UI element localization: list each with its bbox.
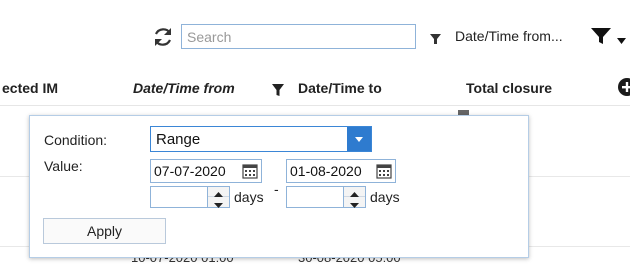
apply-button[interactable]: Apply bbox=[43, 218, 166, 244]
dropdown-button[interactable] bbox=[347, 127, 371, 151]
refresh-icon[interactable] bbox=[151, 25, 175, 49]
calendar-icon[interactable] bbox=[376, 163, 392, 179]
date-to-text: 01-08-2020 bbox=[290, 163, 362, 179]
chevron-down-icon bbox=[355, 137, 363, 142]
stepper-down-button[interactable] bbox=[208, 197, 229, 208]
days-to-stepper[interactable] bbox=[286, 186, 366, 208]
condition-label: Condition: bbox=[44, 132, 108, 148]
toolbar: Date/Time from... bbox=[0, 0, 630, 72]
column-header-total-closure[interactable]: Total closure bbox=[466, 80, 552, 96]
date-from-input[interactable]: 07-07-2020 bbox=[150, 159, 262, 183]
range-separator: - bbox=[274, 181, 279, 197]
chevron-down-icon[interactable] bbox=[617, 38, 626, 44]
date-from-text: 07-07-2020 bbox=[154, 163, 226, 179]
calendar-icon[interactable] bbox=[242, 163, 258, 179]
days-from-label: days bbox=[234, 189, 264, 205]
stepper-buttons bbox=[343, 187, 365, 208]
column-header-selected-im[interactable]: ected IM bbox=[2, 80, 58, 96]
condition-select-value: Range bbox=[156, 131, 201, 148]
column-header-date-time-to[interactable]: Date/Time to bbox=[298, 80, 382, 96]
filter-popup: Condition: Range Value: 07-07-2020 - 01-… bbox=[29, 115, 529, 258]
date-to-input[interactable]: 01-08-2020 bbox=[286, 159, 396, 183]
add-column-icon[interactable] bbox=[617, 77, 630, 97]
condition-select[interactable]: Range bbox=[150, 126, 372, 152]
days-to-label: days bbox=[370, 189, 400, 205]
column-filter-icon[interactable] bbox=[271, 83, 285, 97]
stepper-down-button[interactable] bbox=[344, 197, 365, 208]
caret-down-icon bbox=[350, 203, 359, 208]
column-filter-select[interactable]: Date/Time from... bbox=[455, 28, 563, 44]
caret-down-icon bbox=[214, 203, 223, 208]
filter-icon[interactable] bbox=[430, 34, 441, 45]
stepper-buttons bbox=[207, 187, 229, 208]
filter-menu-icon[interactable] bbox=[590, 26, 612, 46]
search-input[interactable] bbox=[181, 24, 416, 49]
days-from-stepper[interactable] bbox=[150, 186, 230, 208]
column-header-date-time-from[interactable]: Date/Time from bbox=[133, 80, 235, 96]
stepper-up-button[interactable] bbox=[344, 187, 365, 197]
stepper-up-button[interactable] bbox=[208, 187, 229, 197]
value-label: Value: bbox=[44, 158, 83, 174]
